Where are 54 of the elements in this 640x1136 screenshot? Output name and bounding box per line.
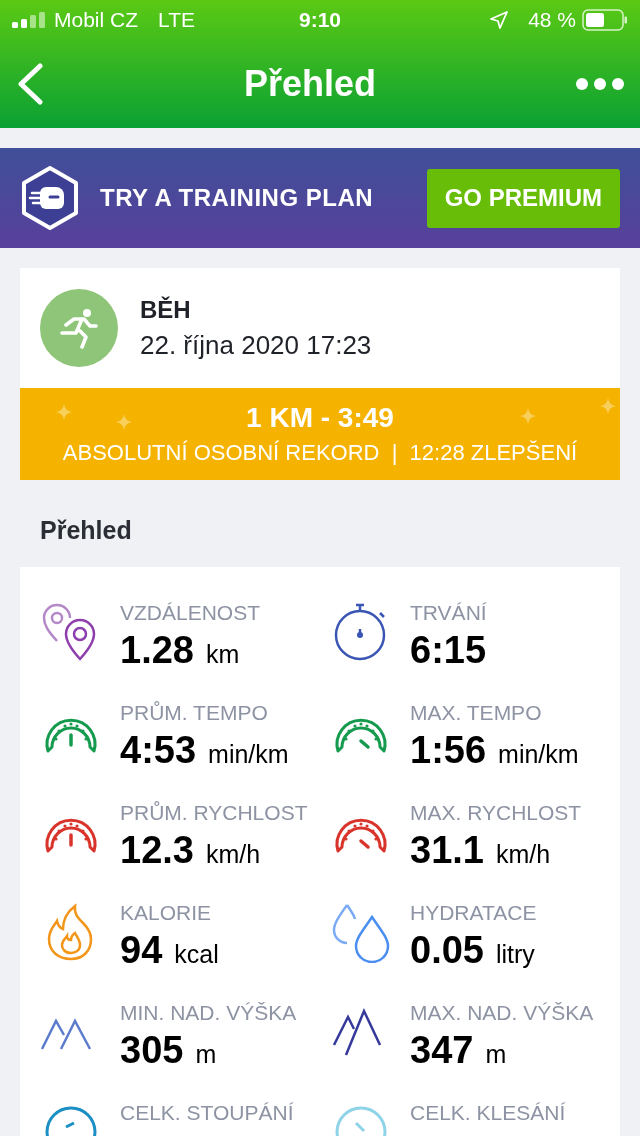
section-title: Přehled [39,515,133,546]
back-button[interactable] [16,63,44,105]
stat-value: 6:15 [410,629,487,672]
stat-unit: km/h [205,840,261,869]
activity-type: BĚH [140,295,192,324]
stat-unit: min/km [498,740,579,769]
stat-label: TRVÁNÍ [410,601,487,625]
location-arrow-icon [490,11,509,29]
stat-value: 1:56 [410,729,487,772]
more-options-button[interactable] [576,77,624,91]
runner-icon [58,307,100,349]
stat-label: MAX. NAD. VÝŠKA [410,1001,594,1025]
stat-unit: min/km [208,740,289,769]
signal-icon [12,12,48,28]
network-type: LTE [158,8,195,32]
stat-unit: km/h [495,840,551,869]
screen-title: Přehled [243,63,376,105]
stat-label: CELK. STOUPÁNÍ [120,1101,294,1125]
stat-value: 12.3 [120,829,194,872]
stat-label: MIN. NAD. VÝŠKA [120,1001,297,1025]
record-subtitle: ABSOLUTNÍ OSOBNÍ REKORD | 12:28 ZLEPŠENÍ [62,440,578,466]
stat-label: KALORIE [120,901,213,925]
record-title: 1 KM - 3:49 [246,402,394,434]
stat-label: PRŮM. RYCHLOST [120,801,308,825]
training-logo-icon [20,165,80,231]
stat-label: PRŮM. TEMPO [120,701,269,725]
sparkle-icon [600,398,616,414]
activity-date: 22. října 2020 17:23 [140,329,372,361]
status-time: 9:10 [299,8,341,32]
stat-unit: litry [495,940,535,969]
stat-unit: m [485,1040,507,1069]
sparkle-icon [56,404,72,420]
stat-label: HYDRATACE [410,901,537,925]
stat-label: VZDÁLENOST [120,601,261,625]
sparkle-icon [116,414,132,430]
carrier-name: Mobil CZ [54,8,138,32]
stat-unit: kcal [174,940,219,969]
stat-value: 347 [410,1029,474,1072]
battery-percent: 48 % [528,8,576,32]
stat-value: 0.05 [410,929,484,972]
stat-label: MAX. TEMPO [410,701,543,725]
stat-value: 31.1 [410,829,484,872]
stat-value: 305 [120,1029,184,1072]
stat-label: MAX. RYCHLOST [410,801,582,825]
stat-unit: km [205,640,240,669]
promo-text: TRY A TRAINING PLAN [100,184,375,212]
stat-value: 94 [120,929,163,972]
stat-unit: m [195,1040,217,1069]
go-premium-button[interactable]: GO PREMIUM [426,168,620,228]
stat-label: CELK. KLESÁNÍ [410,1101,566,1125]
stat-value: 1.28 [120,629,194,672]
battery-icon [582,9,628,31]
stat-value: 4:53 [120,729,197,772]
sparkle-icon [520,408,536,424]
